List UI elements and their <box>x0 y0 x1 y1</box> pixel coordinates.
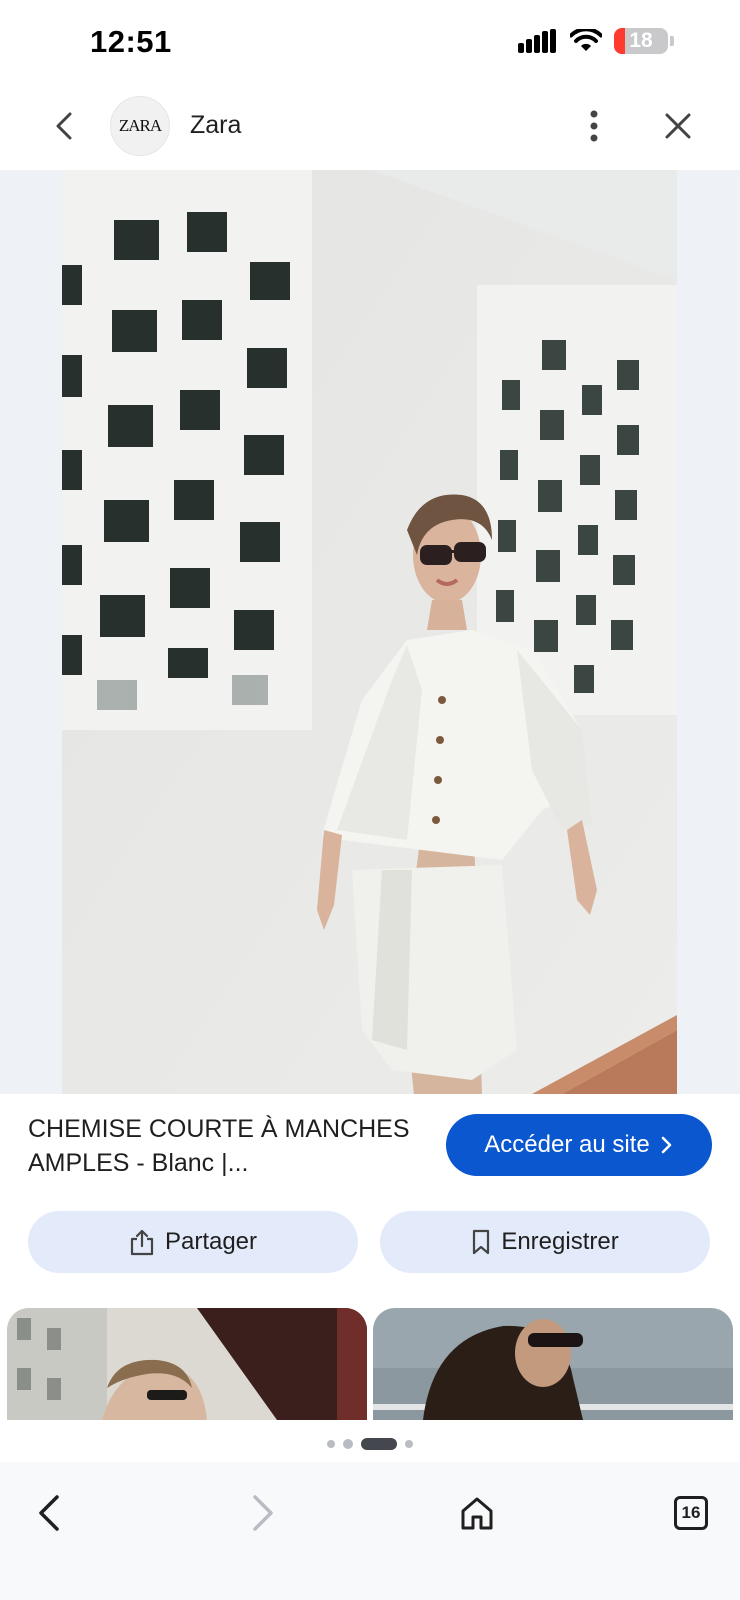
related-image[interactable] <box>373 1308 733 1420</box>
site-name: Zara <box>190 111 242 139</box>
cellular-signal-icon <box>518 29 556 53</box>
tab-count: 16 <box>681 1503 701 1522</box>
tabs-icon: 16 <box>674 1496 708 1530</box>
battery-indicator: 18 <box>614 28 668 54</box>
logo-text: ZARA <box>118 116 162 135</box>
pager-dot <box>327 1440 335 1448</box>
bottom-navigation: 16 <box>0 1462 740 1600</box>
wifi-icon <box>570 29 602 51</box>
related-images <box>0 1308 740 1420</box>
visit-site-button[interactable]: Accéder au site <box>446 1114 712 1176</box>
close-icon <box>665 113 691 139</box>
share-button[interactable]: Partager <box>28 1211 358 1273</box>
back-icon <box>56 112 72 140</box>
related-image[interactable] <box>7 1308 367 1420</box>
chevron-right-icon <box>661 1136 671 1154</box>
browser-forward-button[interactable] <box>234 1484 292 1542</box>
product-photo <box>62 170 677 1094</box>
back-icon <box>39 1495 59 1531</box>
photo-illustration <box>62 170 677 1094</box>
site-logo[interactable]: ZARA <box>110 96 170 156</box>
status-time: 12:51 <box>90 24 172 59</box>
home-icon <box>461 1497 493 1530</box>
header: ZARA Zara <box>0 88 740 170</box>
save-button[interactable]: Enregistrer <box>380 1211 710 1273</box>
product-title[interactable]: CHEMISE COURTE À MANCHES AMPLES - Blanc … <box>28 1112 418 1180</box>
forward-icon <box>253 1495 273 1531</box>
image-viewer[interactable] <box>0 170 740 1094</box>
more-options-button[interactable] <box>572 104 616 148</box>
share-label: Partager <box>164 1228 258 1255</box>
home-button[interactable] <box>448 1484 506 1542</box>
tabs-button[interactable]: 16 <box>662 1484 720 1542</box>
pager-dot <box>343 1439 353 1449</box>
close-button[interactable] <box>656 104 700 148</box>
battery-level: 18 <box>629 29 653 52</box>
back-button[interactable] <box>44 106 84 146</box>
pager-dot <box>405 1440 413 1448</box>
bookmark-icon <box>473 1229 490 1255</box>
status-bar: 12:51 18 <box>0 0 740 88</box>
pager-dot-active <box>361 1438 397 1450</box>
visit-site-label: Accéder au site <box>484 1131 650 1158</box>
status-icons: 18 <box>518 28 674 54</box>
more-vert-icon <box>590 110 598 142</box>
browser-back-button[interactable] <box>20 1484 78 1542</box>
battery-tip <box>670 36 674 46</box>
save-label: Enregistrer <box>501 1228 619 1255</box>
pager-dots <box>0 1432 740 1456</box>
share-icon <box>130 1229 154 1256</box>
